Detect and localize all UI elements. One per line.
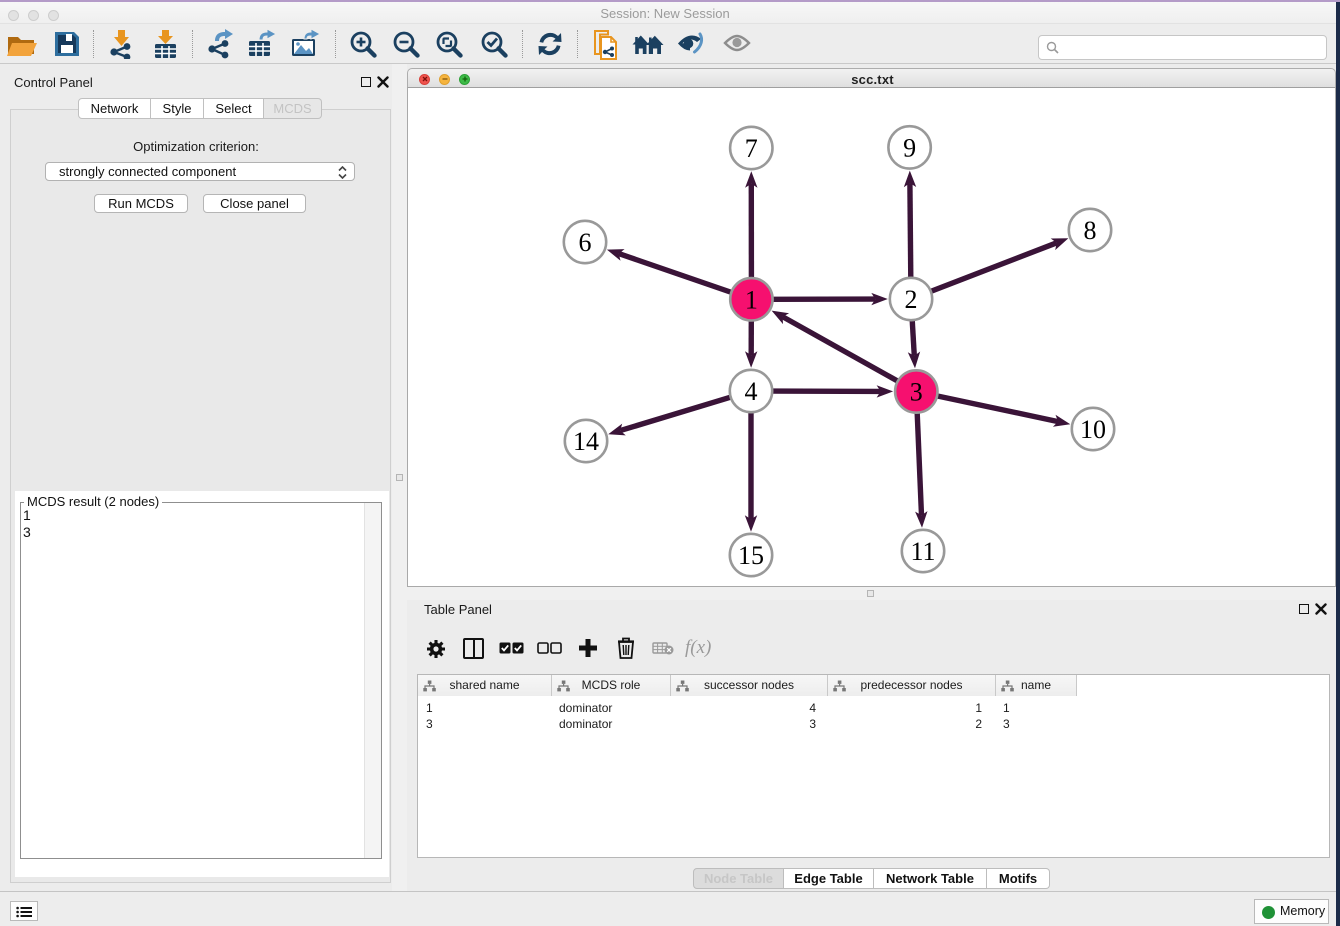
svg-text:15: 15 (738, 541, 764, 570)
svg-text:14: 14 (573, 427, 599, 456)
svg-text:10: 10 (1080, 415, 1106, 444)
svg-text:4: 4 (745, 377, 758, 406)
svg-text:9: 9 (903, 133, 916, 162)
svg-text:3: 3 (910, 378, 923, 407)
svg-text:11: 11 (910, 537, 935, 566)
svg-text:6: 6 (579, 228, 592, 257)
svg-text:2: 2 (905, 285, 918, 314)
svg-text:1: 1 (745, 285, 758, 314)
svg-text:7: 7 (745, 134, 758, 163)
svg-text:8: 8 (1084, 216, 1097, 245)
